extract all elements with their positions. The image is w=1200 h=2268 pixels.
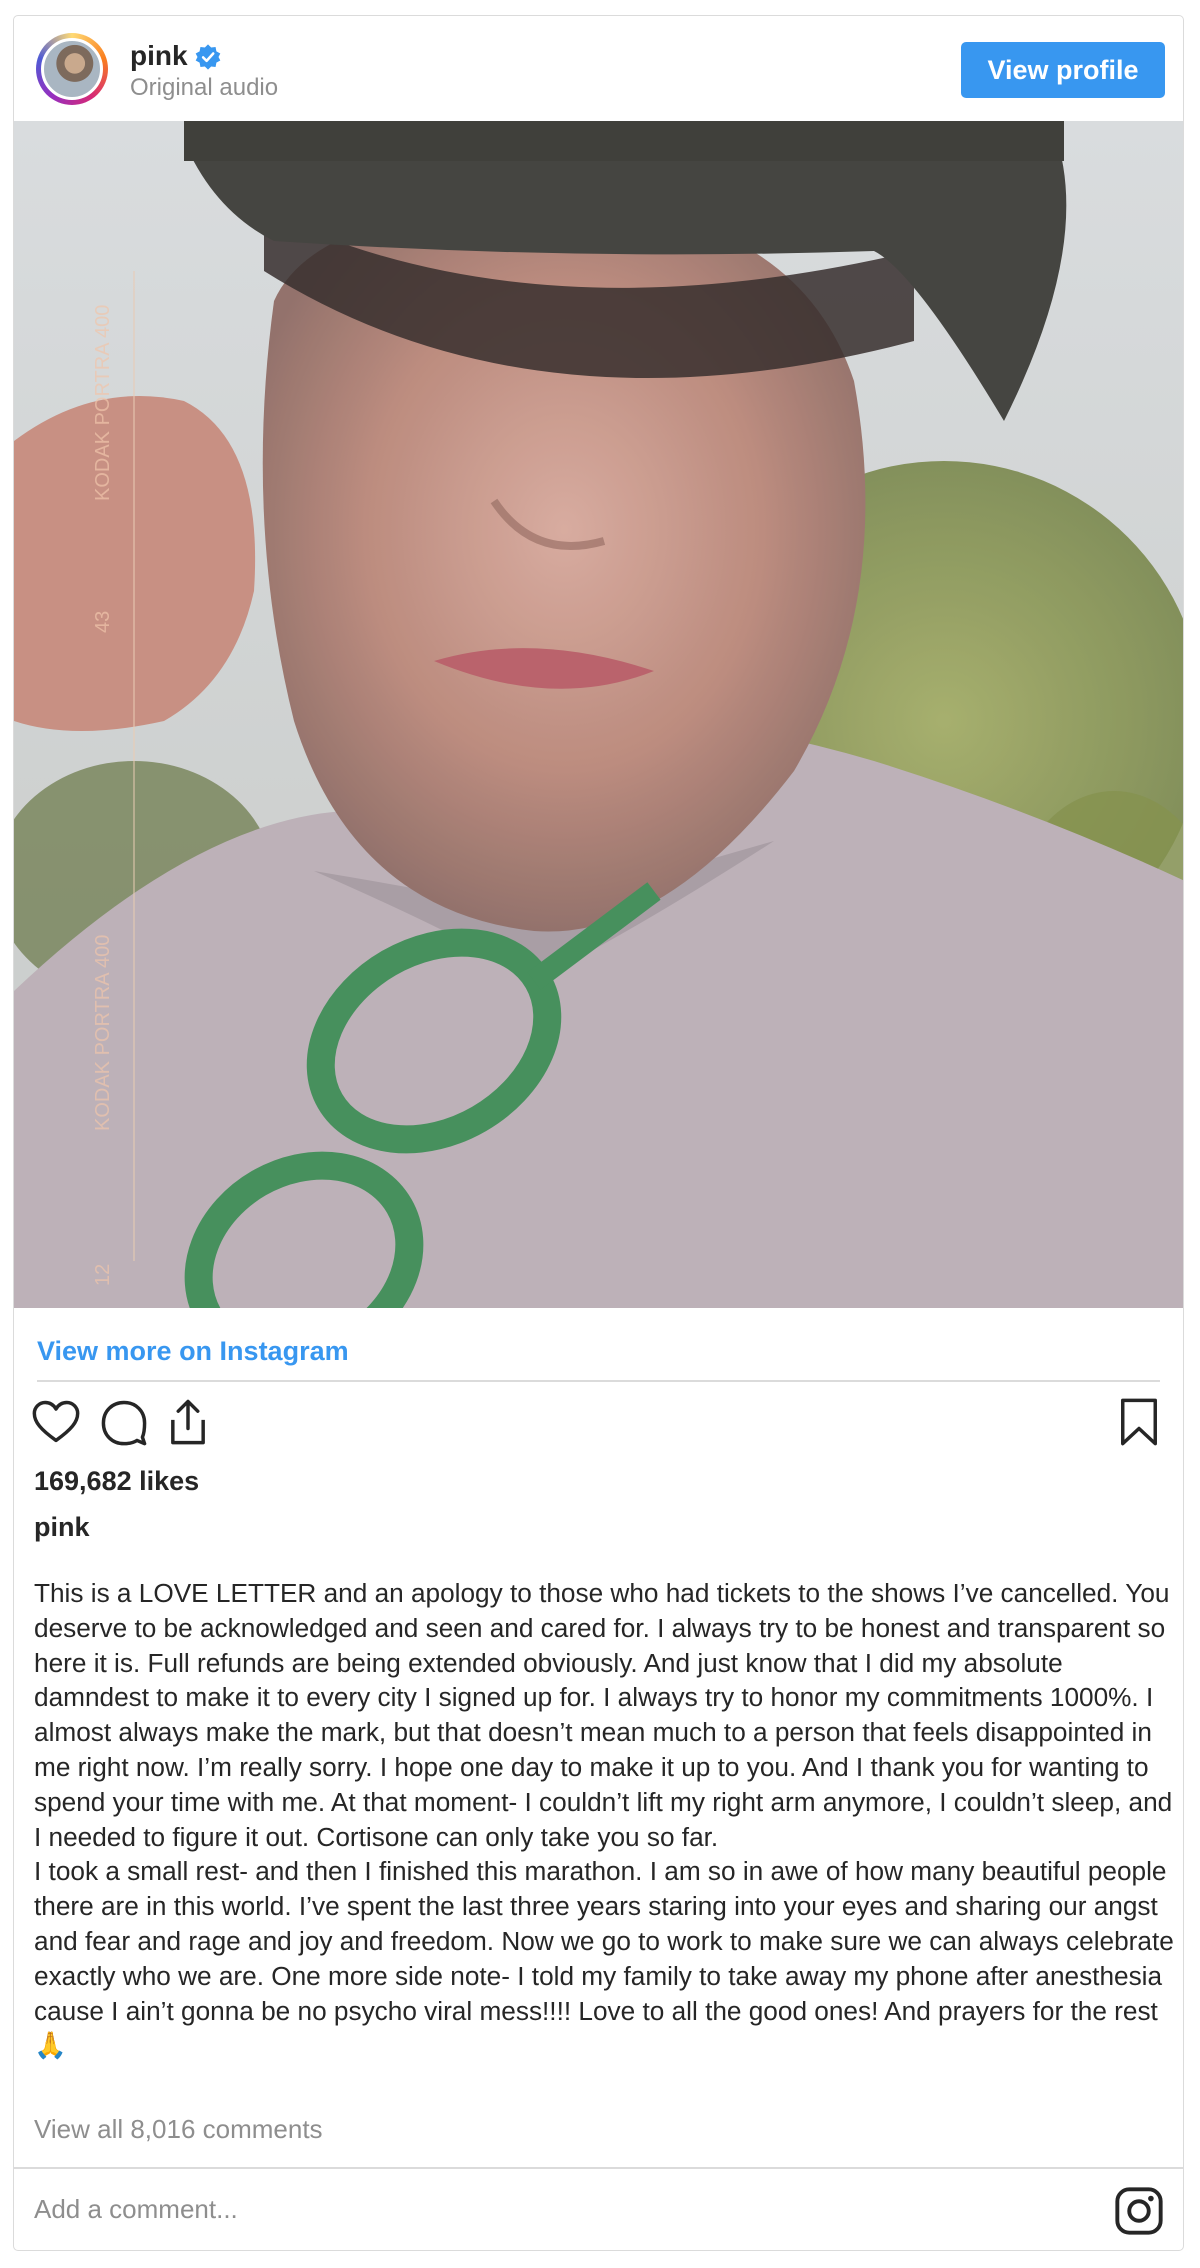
- video-frame-image: KODAK PORTRA 400 43 KODAK PORTRA 400 12: [14, 121, 1183, 1308]
- username[interactable]: pink: [130, 40, 188, 72]
- action-bar: [14, 1396, 1183, 1456]
- caption-text: This is a LOVE LETTER and an apology to …: [34, 1576, 1174, 2063]
- likes-count[interactable]: 169,682 likes: [34, 1466, 199, 1497]
- view-profile-button[interactable]: View profile: [961, 42, 1165, 98]
- heart-icon[interactable]: [30, 1396, 82, 1448]
- caption-paragraph: I took a small rest- and then I finished…: [34, 1856, 1174, 2061]
- audio-subtitle[interactable]: Original audio: [130, 74, 278, 102]
- caption-username[interactable]: pink: [34, 1512, 90, 1543]
- view-all-comments-link[interactable]: View all 8,016 comments: [34, 2114, 323, 2145]
- instagram-logo-icon[interactable]: [1113, 2185, 1165, 2237]
- view-more-on-instagram-link[interactable]: View more on Instagram: [37, 1336, 349, 1367]
- add-comment-input[interactable]: Add a comment...: [34, 2194, 238, 2225]
- share-icon[interactable]: [162, 1396, 214, 1448]
- verified-badge-icon: [195, 44, 221, 70]
- divider: [14, 2167, 1183, 2169]
- bookmark-icon[interactable]: [1113, 1396, 1165, 1448]
- post-video[interactable]: KODAK PORTRA 400 43 KODAK PORTRA 400 12: [14, 121, 1183, 1308]
- avatar[interactable]: [36, 33, 108, 105]
- divider: [37, 1380, 1160, 1382]
- caption-paragraph: This is a LOVE LETTER and an apology to …: [34, 1578, 1173, 1852]
- comment-icon[interactable]: [98, 1396, 150, 1448]
- instagram-embed-card: pink Original audio View profile KODAK P…: [13, 15, 1184, 2251]
- post-header: pink Original audio View profile: [14, 16, 1183, 121]
- avatar-image: [41, 38, 103, 100]
